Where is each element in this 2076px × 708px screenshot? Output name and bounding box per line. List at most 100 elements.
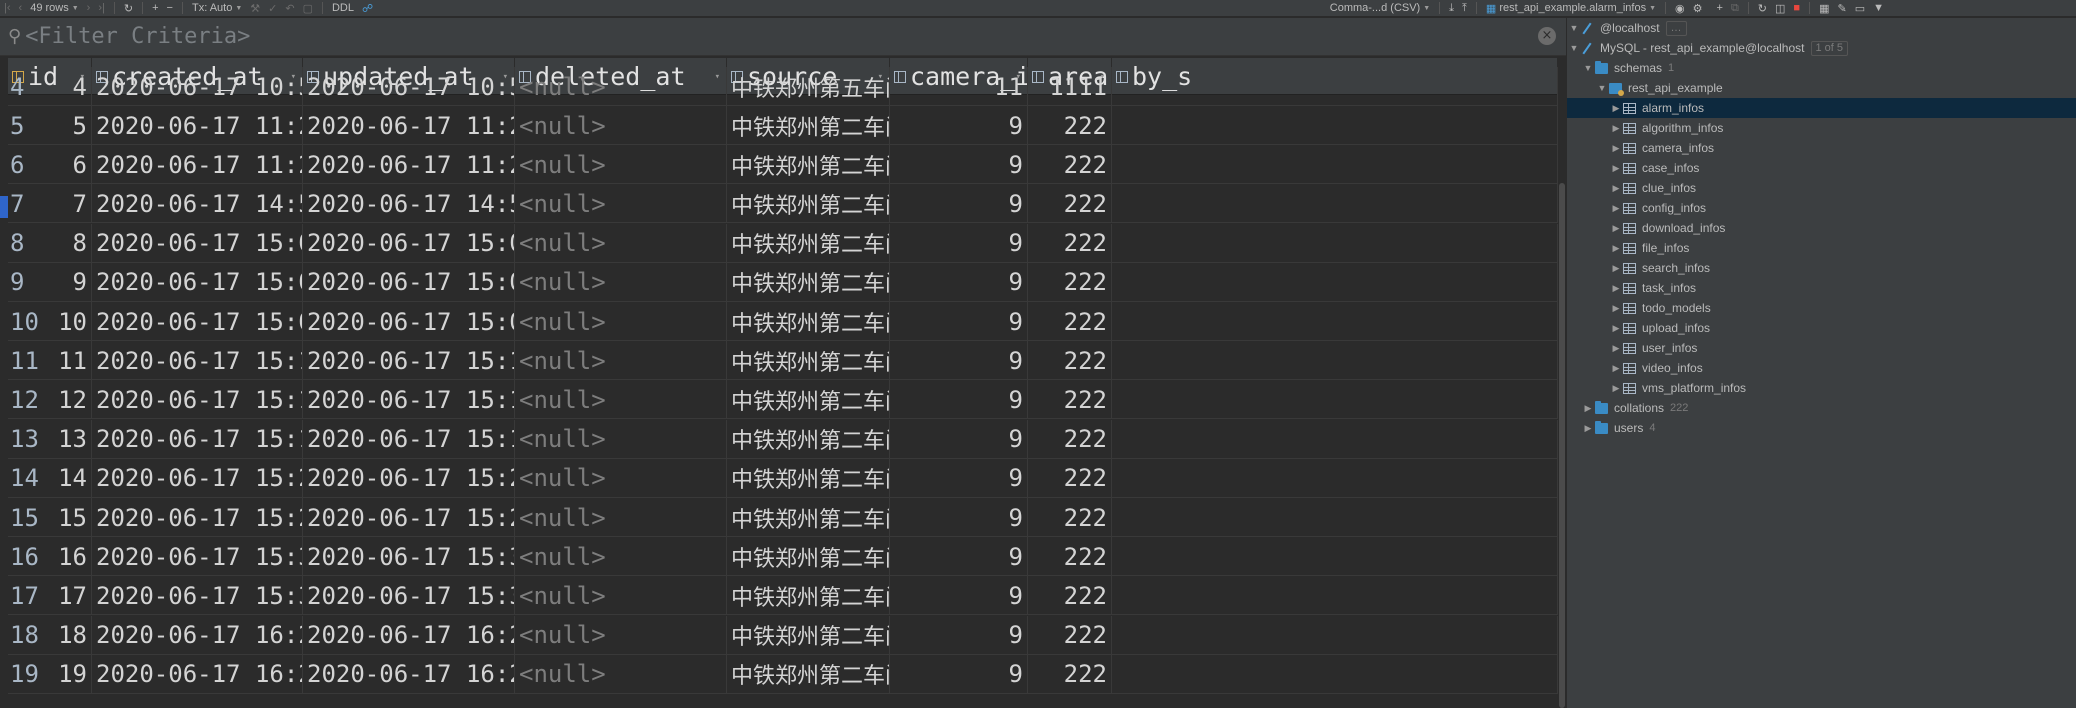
cell-area[interactable]: 222 <box>1028 498 1112 537</box>
view-icon[interactable]: ◉ <box>1671 0 1689 17</box>
cell-by-s[interactable] <box>1112 615 1558 655</box>
row-number[interactable]: 9 <box>8 268 42 296</box>
cell-source[interactable]: 中铁郑州第二车间 <box>727 615 890 655</box>
cell-deleted-at[interactable]: <null> <box>515 145 727 185</box>
cell-source[interactable]: 中铁郑州第二车间 <box>727 341 890 381</box>
cell-id[interactable]: 11 <box>42 347 91 375</box>
cell-deleted-at[interactable]: <null> <box>515 498 727 537</box>
clear-filter-icon[interactable]: × <box>1538 27 1556 45</box>
collapse-arrow-icon[interactable]: ▶ <box>1581 423 1595 434</box>
cell-area[interactable]: 222 <box>1028 184 1112 224</box>
collapse-arrow-icon[interactable]: ▶ <box>1609 203 1623 214</box>
table-row[interactable]: 16162020-06-17 15:36:022020-06-17 15:36:… <box>8 537 1558 577</box>
cell-updated-at[interactable]: 2020-06-17 10:57:46 <box>303 67 515 106</box>
cell-updated-at[interactable]: 2020-06-17 15:11:53 <box>303 341 515 381</box>
table-row[interactable]: 14142020-06-17 15:22:062020-06-17 15:22:… <box>8 458 1558 498</box>
collapse-arrow-icon[interactable]: ▶ <box>1609 243 1623 254</box>
table-view-icon[interactable]: ▦ <box>1815 0 1833 17</box>
tree-node-table[interactable]: ▶ vms_platform_infos <box>1609 378 1747 398</box>
stop-icon[interactable]: ▢ <box>299 0 317 17</box>
cell-created-at[interactable]: 2020-06-17 15:25:54 <box>92 498 303 537</box>
table-row[interactable]: 882020-06-17 15:03:242020-06-17 15:03:24… <box>8 223 1558 263</box>
cell-camera-id[interactable]: 9 <box>890 223 1028 263</box>
cell-id[interactable]: 15 <box>42 504 91 532</box>
cell-updated-at[interactable]: 2020-06-17 11:27:17 <box>303 106 515 145</box>
cell-area[interactable]: 222 <box>1028 537 1112 577</box>
row-number[interactable]: 13 <box>8 425 42 453</box>
cell-source[interactable]: 中铁郑州第二车间 <box>727 576 890 616</box>
row-number[interactable]: 10 <box>8 308 42 336</box>
rows-selector[interactable]: 49 rows ▼ <box>26 0 82 17</box>
cell-id[interactable]: 4 <box>42 73 91 101</box>
cell-id[interactable]: 14 <box>42 464 91 492</box>
cell-by-s[interactable] <box>1112 67 1558 106</box>
tree-node-table[interactable]: ▶ download_infos <box>1609 218 1726 238</box>
cell-camera-id[interactable]: 9 <box>890 419 1028 459</box>
cell-updated-at[interactable]: 2020-06-17 15:22:06 <box>303 458 515 498</box>
cell-area[interactable]: 222 <box>1028 380 1112 420</box>
prev-page-icon[interactable]: ‹ <box>15 0 27 17</box>
edit-icon[interactable]: ✎ <box>1833 0 1850 17</box>
cell-deleted-at[interactable]: <null> <box>515 106 727 145</box>
table-row-partial[interactable]: 442020-06-17 10:57:462020-06-17 10:57:46… <box>8 67 1558 106</box>
collapse-arrow-icon[interactable]: ▶ <box>1609 123 1623 134</box>
delete-row-icon[interactable]: − <box>163 0 177 17</box>
cell-by-s[interactable] <box>1112 654 1558 694</box>
tree-node-table[interactable]: ▶ alarm_infos <box>1567 98 2076 118</box>
collapse-arrow-icon[interactable]: ▶ <box>1609 103 1623 114</box>
refresh-icon[interactable]: ↻ <box>120 0 137 17</box>
table-row[interactable]: 10102020-06-17 15:05:272020-06-17 15:05:… <box>8 302 1558 341</box>
tree-node-table[interactable]: ▶ task_infos <box>1609 278 1697 298</box>
cell-area[interactable]: 222 <box>1028 302 1112 341</box>
row-number[interactable]: 11 <box>8 347 42 375</box>
cell-deleted-at[interactable]: <null> <box>515 576 727 616</box>
cell-camera-id[interactable]: 9 <box>890 184 1028 224</box>
tree-node-table[interactable]: ▶ case_infos <box>1609 158 1700 178</box>
expand-arrow-icon[interactable]: ▼ <box>1567 23 1581 33</box>
cell-camera-id[interactable]: 9 <box>890 262 1028 302</box>
cell-source[interactable]: 中铁郑州第二车间 <box>727 106 890 145</box>
row-number[interactable]: 17 <box>8 582 42 610</box>
tree-node-table[interactable]: ▶ search_infos <box>1609 258 1711 278</box>
cell-deleted-at[interactable]: <null> <box>515 380 727 420</box>
cell-created-at[interactable]: 2020-06-17 16:22:32 <box>92 654 303 694</box>
cell-updated-at[interactable]: 2020-06-17 15:04:54 <box>303 262 515 302</box>
cell-by-s[interactable] <box>1112 184 1558 224</box>
cell-area[interactable]: 222 <box>1028 654 1112 694</box>
cell-updated-at[interactable]: 2020-06-17 15:16:02 <box>303 419 515 459</box>
cell-created-at[interactable]: 2020-06-17 16:20:13 <box>92 615 303 655</box>
row-number[interactable]: 5 <box>8 112 42 140</box>
cell-area[interactable]: 222 <box>1028 341 1112 381</box>
row-number[interactable]: 15 <box>8 504 42 532</box>
cell-by-s[interactable] <box>1112 380 1558 420</box>
filter-input[interactable]: <Filter Criteria> <box>25 24 250 49</box>
cell-updated-at[interactable]: 2020-06-17 11:28:35 <box>303 145 515 185</box>
table-row[interactable]: 19192020-06-17 16:22:322020-06-17 16:22:… <box>8 654 1558 694</box>
tree-node-table[interactable]: ▶ algorithm_infos <box>1609 118 1724 138</box>
commit-icon[interactable]: ✓ <box>264 0 281 17</box>
cell-created-at[interactable]: 2020-06-17 15:11:53 <box>92 341 303 381</box>
tree-node-table[interactable]: ▶ config_infos <box>1609 198 1707 218</box>
cell-area[interactable]: 222 <box>1028 615 1112 655</box>
cell-id[interactable]: 19 <box>42 660 91 688</box>
cell-source[interactable]: 中铁郑州第二车间 <box>727 223 890 263</box>
expand-arrow-icon[interactable]: ▼ <box>1581 63 1595 73</box>
console-icon[interactable]: ▭ <box>1851 0 1869 17</box>
cell-by-s[interactable] <box>1112 498 1558 537</box>
cell-deleted-at[interactable]: <null> <box>515 419 727 459</box>
collapse-arrow-icon[interactable]: ▶ <box>1609 283 1623 294</box>
cell-source[interactable]: 中铁郑州第二车间 <box>727 498 890 537</box>
row-number[interactable]: 16 <box>8 543 42 571</box>
row-number[interactable]: 19 <box>8 660 42 688</box>
cell-camera-id[interactable]: 9 <box>890 537 1028 577</box>
cell-created-at[interactable]: 2020-06-17 10:57:46 <box>92 67 303 106</box>
cell-camera-id[interactable]: 9 <box>890 145 1028 185</box>
table-row[interactable]: 17172020-06-17 15:37:592020-06-17 15:37:… <box>8 576 1558 616</box>
cell-area[interactable]: 222 <box>1028 458 1112 498</box>
cell-area[interactable]: 1111 <box>1028 67 1112 106</box>
cell-created-at[interactable]: 2020-06-17 15:04:54 <box>92 262 303 302</box>
cell-created-at[interactable]: 2020-06-17 11:27:17 <box>92 106 303 145</box>
cell-source[interactable]: 中铁郑州第二车间 <box>727 302 890 341</box>
cell-created-at[interactable]: 2020-06-17 15:03:24 <box>92 223 303 263</box>
cell-updated-at[interactable]: 2020-06-17 15:25:54 <box>303 498 515 537</box>
